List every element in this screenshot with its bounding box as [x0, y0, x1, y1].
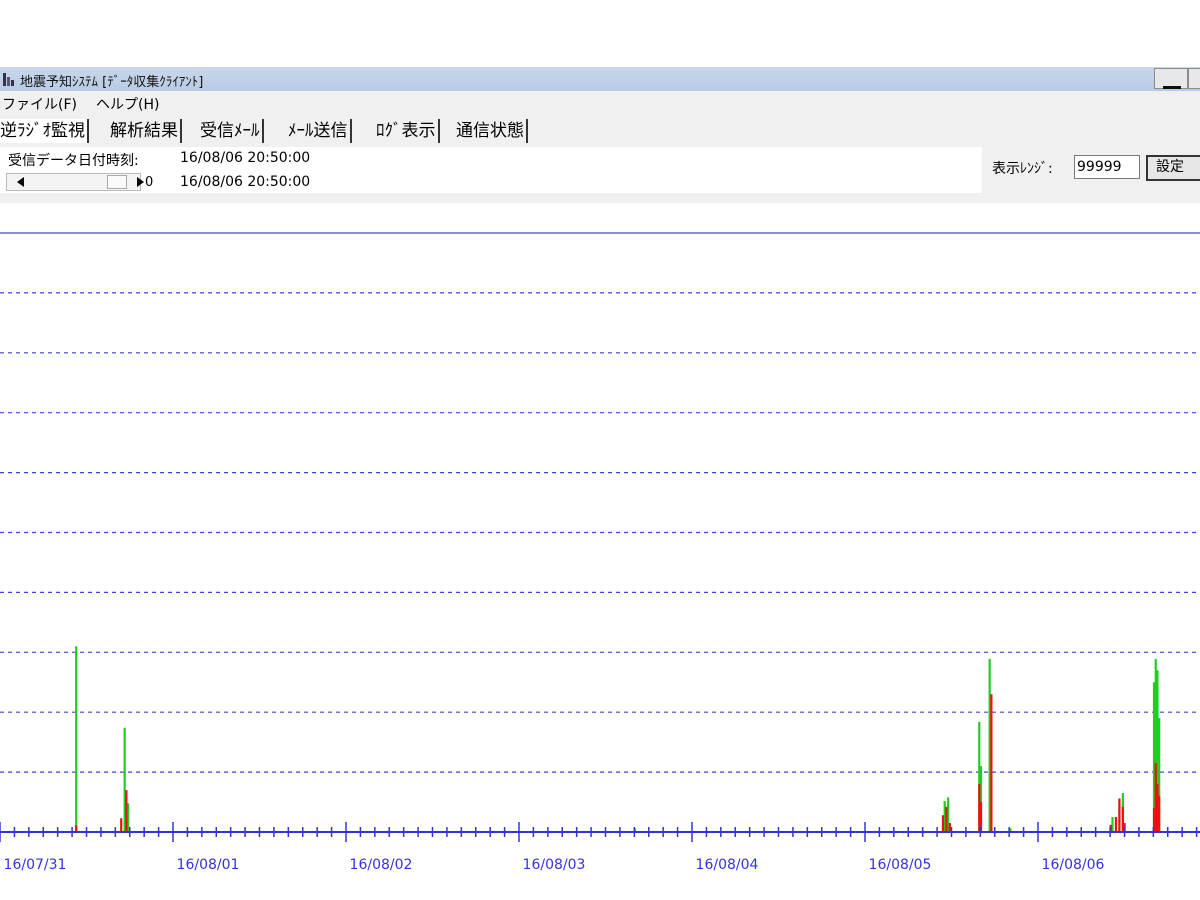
x-tick-label: 16/07/31 [4, 857, 67, 873]
chart-bar-red [120, 818, 123, 832]
app-window: 地震予知ｼｽﾃﾑ [ﾃﾞｰﾀ収集ｸﾗｲｱﾝﾄ] ファイル(F) ヘルプ(H) 逆… [0, 67, 1200, 900]
chart-x-labels: 16/07/31 16/08/01 16/08/02 16/08/03 16/08/04… [4, 857, 1105, 873]
menu-help[interactable]: ヘルプ(H) [96, 94, 159, 114]
chart-bar-red [1118, 798, 1121, 832]
chart-bar-red [990, 694, 993, 832]
chart-bar-red [948, 823, 951, 832]
menu-bar: ファイル(F) ヘルプ(H) [0, 91, 1200, 113]
x-tick-label: 16/08/03 [523, 857, 586, 873]
x-tick-label: 16/08/05 [869, 857, 932, 873]
maximize-button[interactable] [1188, 68, 1200, 89]
tab-connection-status[interactable]: 通信状態 [456, 119, 528, 143]
chart-grid [0, 232, 1200, 773]
x-tick-label: 16/08/06 [1042, 857, 1105, 873]
chart-x-axis [0, 822, 1200, 842]
received-datetime-label: 受信データ日付時刻: [8, 153, 139, 169]
tab-reverse-radio-monitor[interactable]: 逆ﾗｼﾞｵ監視 [0, 119, 89, 143]
tab-log-view[interactable]: ﾛｸﾞ表示 [376, 119, 440, 143]
set-button[interactable]: 設定 [1146, 155, 1200, 181]
chart-bar-red [125, 790, 128, 832]
x-tick-label: 16/08/04 [696, 857, 759, 873]
chart-bar-red [1158, 796, 1161, 832]
scroll-left-arrow-icon[interactable] [17, 177, 24, 187]
window-title: 地震予知ｼｽﾃﾑ [ﾃﾞｰﾀ収集ｸﾗｲｱﾝﾄ] [20, 75, 204, 90]
x-tick-label: 16/08/01 [177, 857, 240, 873]
monitor-chart: 16/07/31 16/08/01 16/08/02 16/08/03 16/08/04… [0, 232, 1200, 873]
x-tick-label: 16/08/02 [350, 857, 413, 873]
scroll-datetime-value: 16/08/06 20:50:00 [180, 174, 311, 190]
time-scrollbar[interactable] [6, 173, 144, 191]
chart-bars [75, 646, 1161, 832]
chart-bar-red [945, 806, 948, 832]
chart-bar-green [75, 646, 78, 832]
menu-file[interactable]: ファイル(F) [2, 94, 77, 114]
tab-bar: 逆ﾗｼﾞｵ監視 解析結果 受信ﾒｰﾙ ﾒｰﾙ送信 ﾛｸﾞ表示 通信状態 [0, 113, 1200, 147]
tab-received-mail[interactable]: 受信ﾒｰﾙ [200, 119, 264, 143]
app-icon [3, 73, 14, 86]
toolbar: 受信データ日付時刻: 16/08/06 20:50:00 0 16/08/06 … [0, 147, 1200, 203]
tab-send-mail[interactable]: ﾒｰﾙ送信 [288, 119, 352, 143]
chart-bar-red [1114, 817, 1118, 832]
scroll-value: 0 [145, 175, 154, 190]
scroll-thumb[interactable] [107, 175, 127, 189]
title-bar[interactable]: 地震予知ｼｽﾃﾑ [ﾃﾞｰﾀ収集ｸﾗｲｱﾝﾄ] [0, 67, 1200, 92]
chart-bar-red [941, 815, 945, 832]
received-datetime-value: 16/08/06 20:50:00 [180, 150, 311, 166]
minimize-button[interactable] [1154, 68, 1188, 89]
display-range-label: 表示ﾚﾝｼﾞ: [992, 161, 1053, 177]
tab-analysis-results[interactable]: 解析結果 [110, 119, 182, 143]
scroll-right-arrow-icon[interactable] [137, 177, 144, 187]
display-range-input[interactable] [1074, 155, 1140, 179]
